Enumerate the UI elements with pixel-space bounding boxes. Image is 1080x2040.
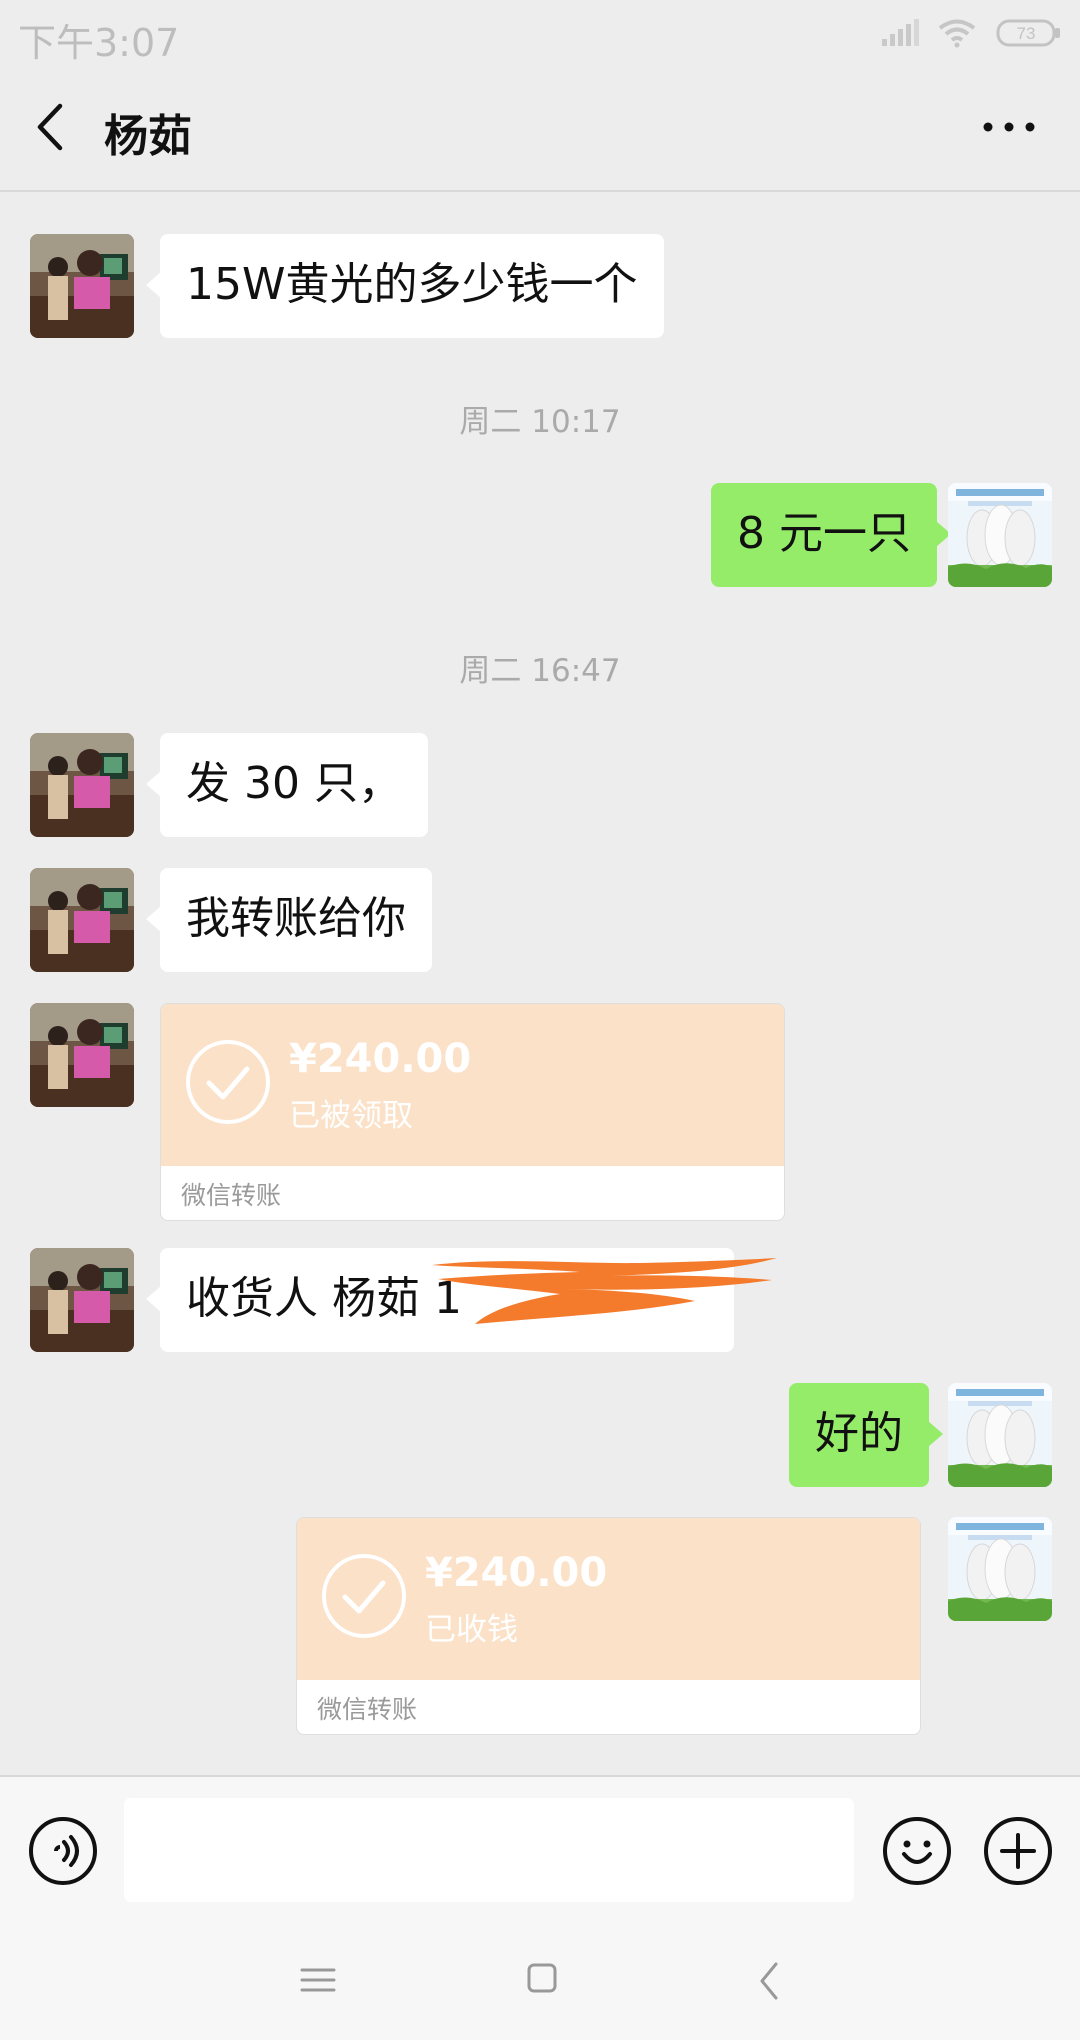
message-text: 好的 [815, 1408, 903, 1459]
transfer-amount: ¥240.00 [289, 1036, 472, 1082]
message-row-8: ¥240.00 已收钱 微信转账 [0, 1517, 1080, 1735]
transfer-card-body: ¥240.00 已被领取 [161, 1004, 784, 1166]
contact-avatar[interactable] [30, 733, 134, 837]
transfer-label: 微信转账 [181, 1181, 282, 1210]
voice-button[interactable] [26, 1814, 100, 1888]
status-bar: 下午3:07 73 [0, 0, 1080, 66]
message-row-7: 好的 [0, 1383, 1080, 1487]
message-row-2: 8 元一只 [0, 483, 1080, 587]
message-row-1: 15W黄光的多少钱一个 [0, 234, 1080, 338]
transfer-amount: ¥240.00 [425, 1550, 608, 1596]
message-text: 15W黄光的多少钱一个 [186, 259, 638, 310]
message-row-6: 收货人 杨茹 1 [0, 1248, 1080, 1352]
transfer-label: 微信转账 [317, 1695, 418, 1724]
user-avatar[interactable] [948, 1517, 1052, 1621]
transfer-card[interactable]: ¥240.00 已被领取 微信转账 [160, 1003, 785, 1221]
message-input-bar [0, 1775, 1080, 1922]
received-message-bubble[interactable]: 我转账给你 [146, 868, 432, 972]
check-circle-icon [186, 1040, 270, 1124]
received-message-bubble[interactable]: 发 30 只， [146, 733, 428, 837]
message-text: 发 30 只， [186, 758, 402, 809]
wifi-icon [938, 19, 976, 48]
chat-thread[interactable]: 15W黄光的多少钱一个 周二 10:17 8 元一只 周二 16:47 发 30… [0, 190, 1080, 1775]
emoji-icon [883, 1817, 951, 1885]
transfer-card[interactable]: ¥240.00 已收钱 微信转账 [296, 1517, 921, 1735]
sent-message-bubble[interactable]: 8 元一只 [711, 483, 951, 587]
battery-text: 73 [1017, 24, 1036, 43]
chat-title: 杨茹 [104, 111, 192, 162]
add-button[interactable] [981, 1814, 1055, 1888]
message-row-4: 我转账给你 [0, 868, 1080, 972]
message-row-5: ¥240.00 已被领取 微信转账 [0, 1003, 1080, 1221]
chat-header: 杨茹 [0, 66, 1080, 192]
user-avatar[interactable] [948, 483, 1052, 587]
contact-avatar[interactable] [30, 1248, 134, 1352]
signal-icon [882, 19, 919, 46]
home-square-icon[interactable] [526, 1962, 558, 1994]
message-text: 收货人 杨茹 1 [186, 1273, 462, 1324]
message-text: 8 元一只 [737, 508, 911, 559]
contact-avatar[interactable] [30, 234, 134, 338]
more-dots-icon [983, 122, 1035, 132]
chevron-left-icon [37, 103, 63, 151]
transfer-status: 已被领取 [289, 1098, 413, 1134]
menu-icon[interactable] [300, 1964, 336, 1996]
message-input[interactable] [124, 1798, 854, 1902]
back-arrow-icon[interactable] [756, 1960, 782, 2002]
system-navigation-bar [0, 1920, 1080, 2040]
back-button[interactable] [22, 96, 84, 158]
transfer-status: 已收钱 [425, 1612, 518, 1648]
message-text: 我转账给你 [186, 893, 406, 944]
battery-icon: 73 [996, 18, 1062, 48]
plus-circle-icon [984, 1817, 1052, 1885]
more-button[interactable] [976, 96, 1042, 158]
contact-avatar[interactable] [30, 868, 134, 972]
received-message-bubble[interactable]: 15W黄光的多少钱一个 [146, 234, 664, 338]
emoji-button[interactable] [880, 1814, 954, 1888]
user-avatar[interactable] [948, 1383, 1052, 1487]
message-row-3: 发 30 只， [0, 733, 1080, 837]
received-message-bubble[interactable]: 收货人 杨茹 1 [146, 1248, 734, 1352]
status-time: 下午3:07 [18, 21, 180, 65]
transfer-card-body: ¥240.00 已收钱 [297, 1518, 920, 1680]
voice-icon [29, 1817, 97, 1885]
time-stamp: 周二 16:47 [459, 653, 621, 689]
check-circle-icon [322, 1554, 406, 1638]
time-stamp: 周二 10:17 [459, 404, 621, 440]
sent-message-bubble[interactable]: 好的 [789, 1383, 943, 1487]
contact-avatar[interactable] [30, 1003, 134, 1107]
